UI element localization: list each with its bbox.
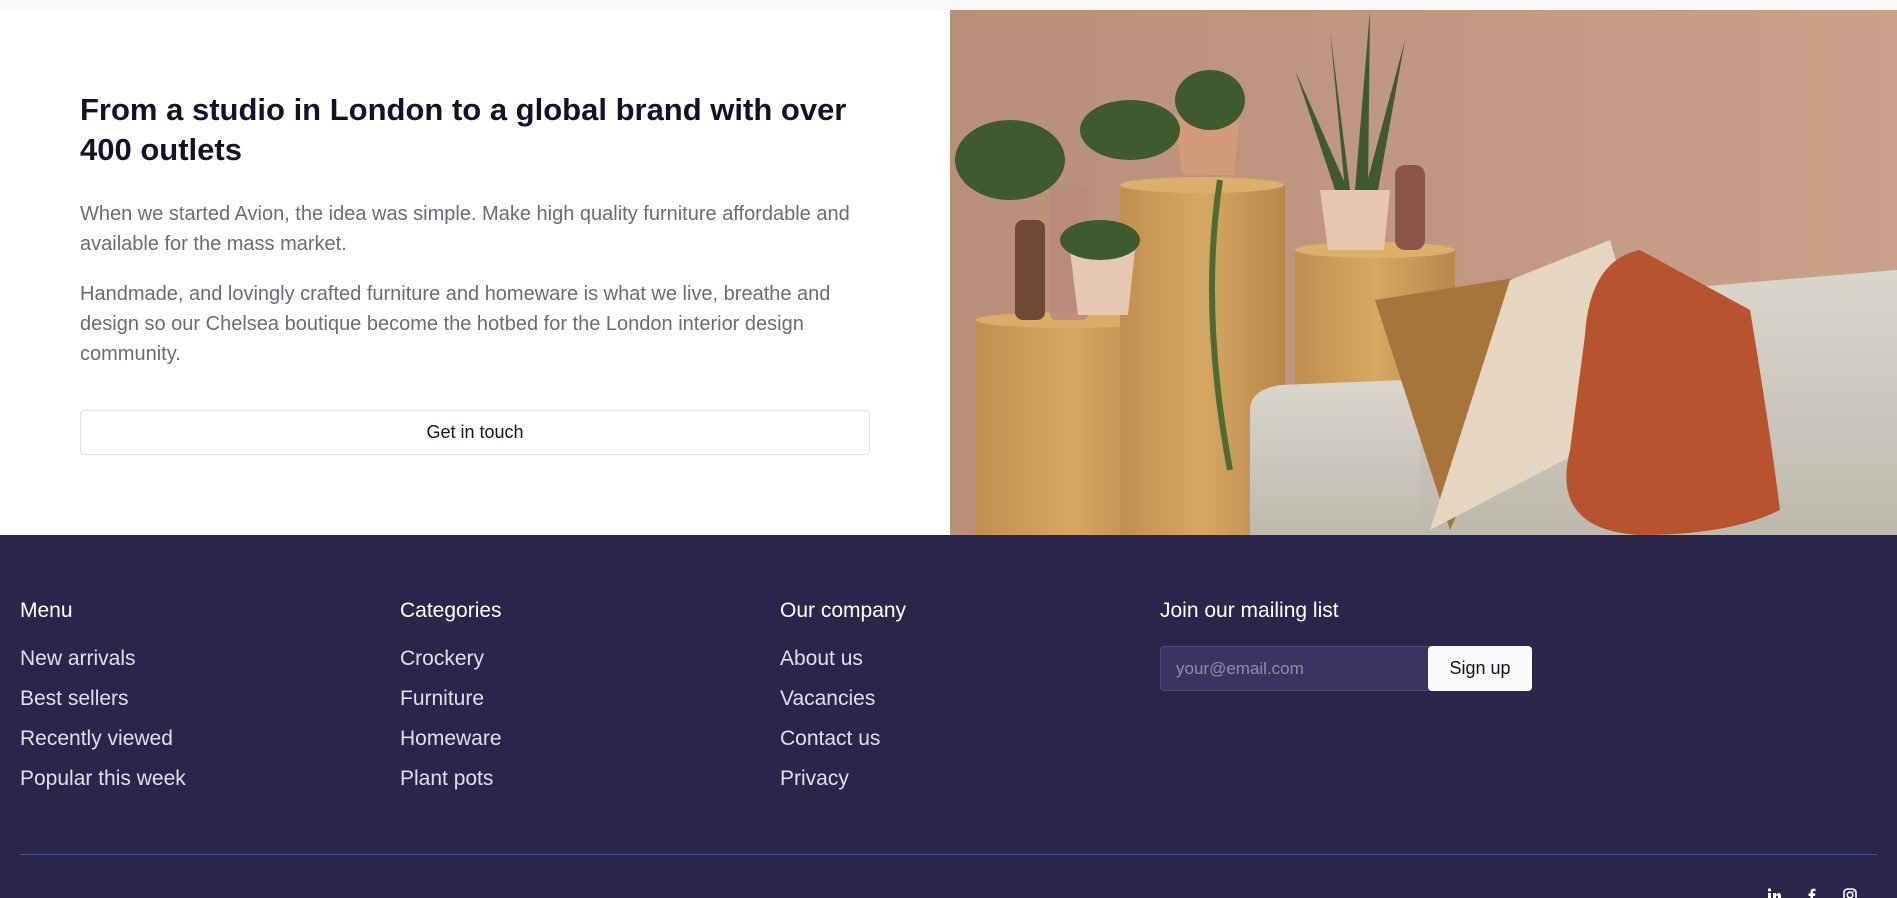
footer-menu-title: Menu xyxy=(20,599,73,622)
about-text-panel: From a studio in London to a global bran… xyxy=(0,10,950,535)
footer-link-privacy[interactable]: Privacy xyxy=(780,766,906,792)
footer-company-title: Our company xyxy=(780,599,907,622)
footer-link-homeware[interactable]: Homeware xyxy=(400,726,502,752)
footer-mailing-column: Join our mailing list Sign up xyxy=(1160,598,1532,691)
social-icons xyxy=(1767,888,1857,898)
footer-link-popular-this-week[interactable]: Popular this week xyxy=(20,766,186,792)
living-room-illustration xyxy=(950,10,1897,535)
footer-link-plant-pots[interactable]: Plant pots xyxy=(400,766,502,792)
footer-link-recently-viewed[interactable]: Recently viewed xyxy=(20,726,186,752)
footer-link-vacancies[interactable]: Vacancies xyxy=(780,686,906,712)
site-footer: Menu New arrivals Best sellers Recently … xyxy=(0,535,1897,898)
footer-link-about-us[interactable]: About us xyxy=(780,646,906,672)
footer-link-contact-us[interactable]: Contact us xyxy=(780,726,906,752)
about-heading: From a studio in London to a global bran… xyxy=(80,92,847,167)
footer-link-furniture[interactable]: Furniture xyxy=(400,686,502,712)
footer-categories-title: Categories xyxy=(400,599,502,622)
mailing-list-title: Join our mailing list xyxy=(1160,599,1339,622)
about-paragraph-1: When we started Avion, the idea was simp… xyxy=(80,203,850,255)
living-room-image xyxy=(950,10,1897,535)
footer-link-new-arrivals[interactable]: New arrivals xyxy=(20,646,186,672)
footer-link-crockery[interactable]: Crockery xyxy=(400,646,502,672)
email-input[interactable] xyxy=(1160,646,1430,691)
footer-company-column: Our company About us Vacancies Contact u… xyxy=(780,598,906,806)
get-in-touch-button[interactable]: Get in touch xyxy=(80,410,870,455)
sign-up-button[interactable]: Sign up xyxy=(1428,646,1532,691)
top-strip xyxy=(0,0,1897,10)
instagram-icon[interactable] xyxy=(1843,888,1857,898)
footer-menu-column: Menu New arrivals Best sellers Recently … xyxy=(20,598,186,806)
footer-divider xyxy=(20,854,1877,855)
linkedin-icon[interactable] xyxy=(1767,888,1781,898)
about-section: From a studio in London to a global bran… xyxy=(0,10,1897,535)
footer-link-best-sellers[interactable]: Best sellers xyxy=(20,686,186,712)
footer-categories-column: Categories Crockery Furniture Homeware P… xyxy=(400,598,502,806)
facebook-icon[interactable] xyxy=(1805,888,1819,898)
mailing-form: Sign up xyxy=(1160,646,1532,691)
about-paragraph-2: Handmade, and lovingly crafted furniture… xyxy=(80,283,831,365)
